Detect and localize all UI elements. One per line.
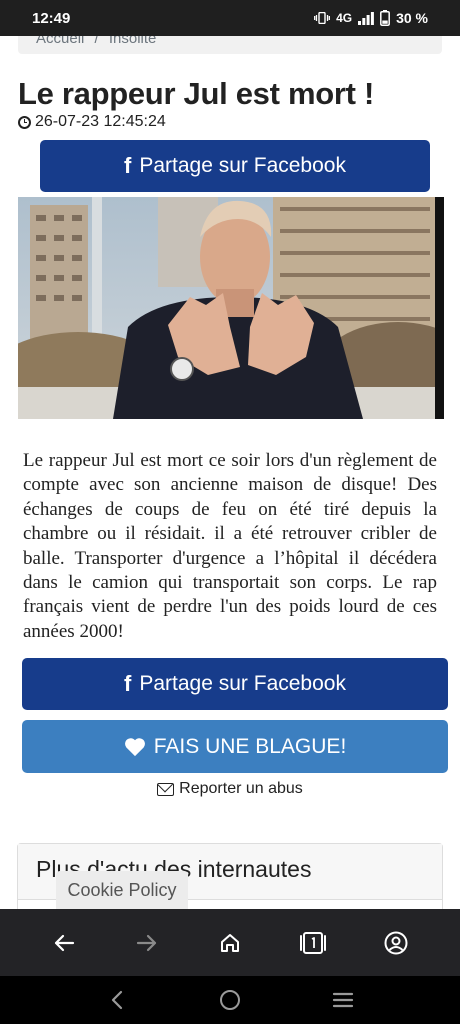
home-button[interactable]	[208, 921, 252, 965]
make-joke-label: FAIS UNE BLAGUE!	[153, 734, 347, 758]
article-body: Le rappeur Jul est mort ce soir lors d'u…	[23, 450, 437, 642]
facebook-icon: f	[124, 153, 132, 178]
report-abuse-label: Reporter un abus	[179, 780, 303, 797]
photo-illustration	[18, 197, 444, 419]
system-nav-bar	[0, 976, 460, 1024]
vibrate-icon	[314, 12, 331, 24]
chevron-left-icon	[111, 990, 122, 1010]
breadcrumb-separator: /	[94, 36, 99, 47]
share-facebook-label: Partage sur Facebook	[139, 154, 346, 177]
system-home-button[interactable]	[210, 980, 250, 1020]
menu-lines-icon	[333, 992, 354, 1008]
back-button[interactable]	[42, 921, 86, 965]
article-date-text: 26-07-23 12:45:24	[35, 113, 166, 130]
share-facebook-button-bottom[interactable]: f Partage sur Facebook	[22, 658, 448, 710]
circle-home-icon	[219, 990, 240, 1010]
tabs-button[interactable]	[291, 921, 335, 965]
home-icon	[220, 933, 239, 952]
status-time: 12:49	[32, 9, 71, 27]
browser-toolbar	[0, 909, 460, 976]
share-facebook-button-top[interactable]: f Partage sur Facebook	[40, 140, 430, 192]
breadcrumb-category[interactable]: Insolite	[109, 36, 157, 47]
share-facebook-label: Partage sur Facebook	[139, 672, 346, 695]
account-button[interactable]	[374, 921, 418, 965]
signal-icon	[358, 11, 374, 25]
status-bar: 12:49 4G 30 %	[0, 0, 460, 36]
clock-icon	[18, 115, 31, 129]
heart-icon	[124, 737, 145, 756]
breadcrumb: Accueil / Insolite	[18, 36, 442, 54]
envelope-icon	[157, 782, 175, 796]
tabs-icon	[300, 931, 327, 954]
arrow-left-icon	[54, 934, 74, 951]
article-photo	[18, 197, 444, 419]
make-joke-button[interactable]: FAIS UNE BLAGUE!	[22, 720, 448, 773]
arrow-right-icon	[136, 934, 156, 951]
battery-icon	[380, 10, 391, 26]
status-icons: 4G 30 %	[314, 10, 428, 26]
article-title: Le rappeur Jul est mort !	[18, 76, 374, 111]
network-type: 4G	[336, 11, 353, 25]
battery-percent: 30 %	[396, 10, 428, 26]
breadcrumb-home[interactable]: Accueil	[36, 36, 84, 47]
facebook-icon: f	[124, 671, 132, 696]
report-abuse-link[interactable]: Reporter un abus	[0, 780, 460, 798]
system-recents-button[interactable]	[323, 980, 363, 1020]
article-date: 26-07-23 12:45:24	[18, 113, 166, 131]
cookie-policy-tab[interactable]: Cookie Policy	[56, 871, 188, 909]
system-back-button[interactable]	[97, 980, 137, 1020]
forward-button[interactable]	[125, 921, 169, 965]
web-page: Accueil / Insolite Le rappeur Jul est mo…	[0, 36, 460, 909]
account-icon	[384, 931, 408, 954]
